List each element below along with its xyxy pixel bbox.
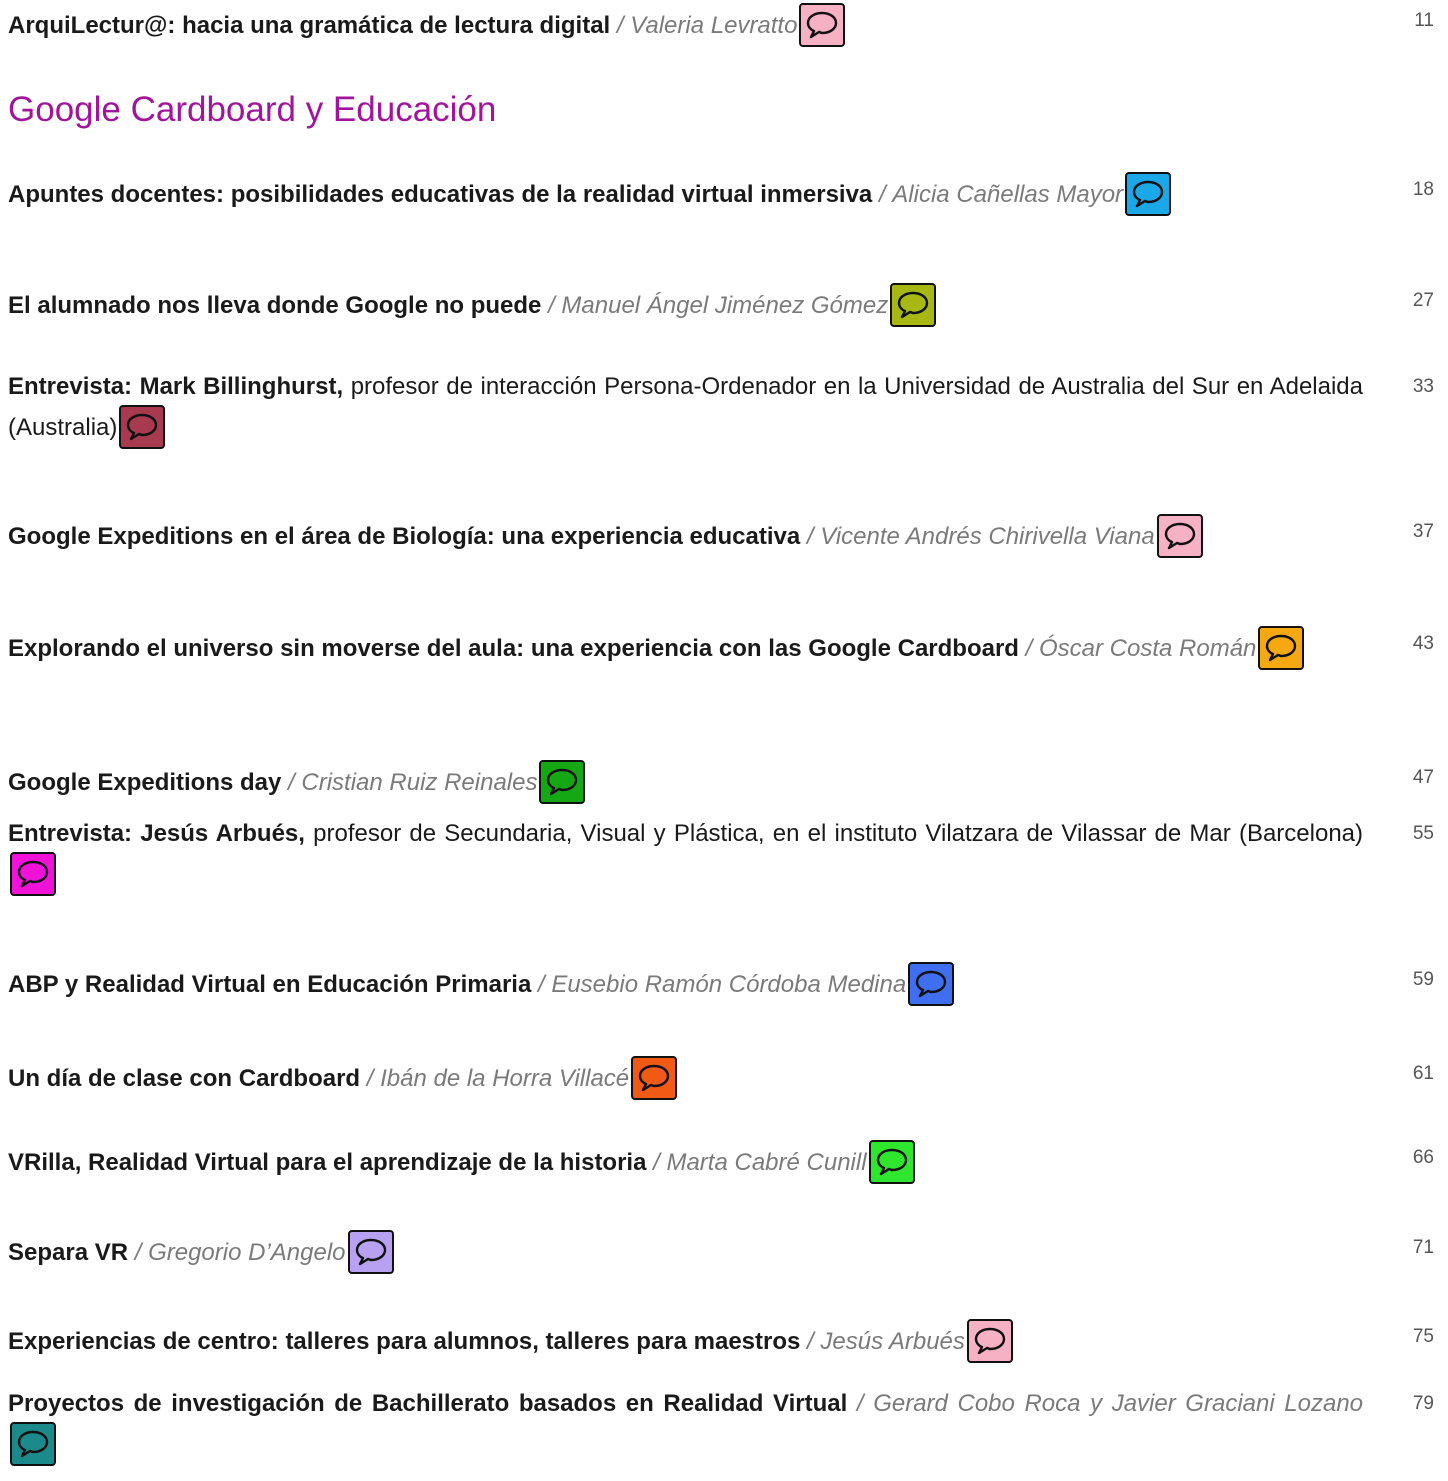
entry-title[interactable]: ArquiLectur@: hacia una gramática de lec… xyxy=(8,12,610,39)
entry-text: Experiencias de centro: talleres para al… xyxy=(8,1319,1363,1363)
toc-entry[interactable]: Google Expeditions day / Cristian Ruiz R… xyxy=(8,760,1363,804)
separator-slash: / xyxy=(806,523,814,550)
page-number: 79 xyxy=(1412,1393,1434,1414)
comment-icon[interactable] xyxy=(119,405,166,449)
entry-author: Eusebio Ramón Córdoba Medina xyxy=(551,971,907,998)
toc-entry[interactable]: ArquiLectur@: hacia una gramática de lec… xyxy=(8,3,1363,47)
entry-title[interactable]: Entrevista: Mark Billinghurst, xyxy=(8,373,343,400)
entry-title[interactable]: Entrevista: Jesús Arbués, xyxy=(8,820,305,847)
entry-title[interactable]: VRilla, Realidad Virtual para el aprendi… xyxy=(8,1149,646,1176)
comment-icon[interactable] xyxy=(890,283,937,327)
separator-slash: / xyxy=(653,1149,660,1176)
toc-entry[interactable]: ABP y Realidad Virtual en Educación Prim… xyxy=(8,962,1363,1006)
entry-title[interactable]: Experiencias de centro: talleres para al… xyxy=(8,1328,800,1355)
entry-title[interactable]: Google Expeditions en el área de Biologí… xyxy=(8,523,800,550)
entry-title[interactable]: El alumnado nos lleva donde Google no pu… xyxy=(8,292,541,319)
page-number: 47 xyxy=(1412,767,1434,788)
entry-text: Apuntes docentes: posibilidades educativ… xyxy=(8,172,1363,216)
entry-title[interactable]: Separa VR xyxy=(8,1239,128,1266)
entry-text: El alumnado nos lleva donde Google no pu… xyxy=(8,283,1363,327)
page-number: 66 xyxy=(1412,1147,1434,1168)
entry-text: Proyectos de investigación de Bachillera… xyxy=(8,1386,1363,1466)
entry-author: Gregorio D’Angelo xyxy=(148,1239,346,1266)
comment-icon[interactable] xyxy=(347,1230,394,1274)
toc-entry[interactable]: VRilla, Realidad Virtual para el aprendi… xyxy=(8,1140,1363,1184)
comment-icon[interactable] xyxy=(1258,626,1305,670)
entry-author: Jesús Arbués xyxy=(820,1328,965,1355)
toc-entry[interactable]: Proyectos de investigación de Bachillera… xyxy=(8,1386,1363,1466)
comment-icon[interactable] xyxy=(10,852,56,896)
page-number: 11 xyxy=(1414,10,1434,31)
comment-icon[interactable] xyxy=(868,1140,915,1184)
toc-entry[interactable]: Apuntes docentes: posibilidades educativ… xyxy=(8,172,1363,216)
entry-title[interactable]: ABP y Realidad Virtual en Educación Prim… xyxy=(8,971,531,998)
page-number: 43 xyxy=(1412,633,1434,654)
separator-slash: / xyxy=(366,1065,374,1092)
toc-entry[interactable]: Un día de clase con Cardboard / Ibán de … xyxy=(8,1056,1363,1100)
entry-author: Vicente Andrés Chirivella Viana xyxy=(820,523,1155,550)
page-number: 55 xyxy=(1412,823,1434,844)
page-number: 61 xyxy=(1412,1063,1434,1084)
entry-title[interactable]: Apuntes docentes: posibilidades educativ… xyxy=(8,181,872,208)
entry-author: Manuel Ángel Jiménez Gómez xyxy=(561,292,889,319)
separator-slash: / xyxy=(616,12,624,39)
separator-slash: / xyxy=(288,769,295,796)
entry-text: Google Expeditions day / Cristian Ruiz R… xyxy=(8,760,1363,804)
comment-icon[interactable] xyxy=(631,1056,678,1100)
entry-author: Ibán de la Horra Villacé xyxy=(380,1065,630,1092)
comment-icon[interactable] xyxy=(908,962,955,1006)
entry-text: Entrevista: Jesús Arbués, profesor de Se… xyxy=(8,816,1363,896)
entry-text: ArquiLectur@: hacia una gramática de lec… xyxy=(8,3,1363,47)
toc-entry[interactable]: Google Expeditions en el área de Biologí… xyxy=(8,514,1363,558)
entry-description: profesor de Secundaria, Visual y Plástic… xyxy=(313,820,1364,847)
comment-icon[interactable] xyxy=(1125,172,1172,216)
entry-author: Óscar Costa Román xyxy=(1038,635,1257,662)
entry-title[interactable]: Explorando el universo sin moverse del a… xyxy=(8,635,1019,662)
comment-icon[interactable] xyxy=(799,3,846,47)
entry-author: Valeria Levratto xyxy=(630,12,798,39)
separator-slash: / xyxy=(548,292,555,319)
entry-text: Explorando el universo sin moverse del a… xyxy=(8,626,1363,670)
entry-text: VRilla, Realidad Virtual para el aprendi… xyxy=(8,1140,1363,1184)
entry-author: Marta Cabré Cunill xyxy=(666,1149,867,1176)
entry-text: Separa VR / Gregorio D’Angelo xyxy=(8,1230,1363,1274)
table-of-contents: Google Cardboard y Educación ArquiLectur… xyxy=(0,0,1448,1481)
toc-entry[interactable]: Explorando el universo sin moverse del a… xyxy=(8,626,1363,670)
entry-author: Alicia Cañellas Mayor xyxy=(892,181,1124,208)
separator-slash: / xyxy=(1025,635,1033,662)
entry-text: ABP y Realidad Virtual en Educación Prim… xyxy=(8,962,1363,1006)
entry-title[interactable]: Google Expeditions day xyxy=(8,769,281,796)
page-number: 27 xyxy=(1412,290,1434,311)
page-number: 37 xyxy=(1412,521,1434,542)
toc-entry[interactable]: Separa VR / Gregorio D’Angelo xyxy=(8,1230,1363,1274)
page-number: 71 xyxy=(1412,1237,1434,1258)
entry-title[interactable]: Un día de clase con Cardboard xyxy=(8,1065,360,1092)
separator-slash: / xyxy=(134,1239,142,1266)
separator-slash: / xyxy=(537,971,545,998)
entry-author: Gerard Cobo Roca y Javier Graciani Lozan… xyxy=(873,1390,1364,1417)
toc-entry[interactable]: El alumnado nos lleva donde Google no pu… xyxy=(8,283,1363,327)
page-number: 33 xyxy=(1412,376,1434,397)
page-number: 18 xyxy=(1412,179,1434,200)
entry-text: Un día de clase con Cardboard / Ibán de … xyxy=(8,1056,1363,1100)
separator-slash: / xyxy=(856,1390,864,1417)
page-number: 59 xyxy=(1412,969,1434,990)
toc-entry[interactable]: Entrevista: Mark Billinghurst, profesor … xyxy=(8,369,1363,449)
toc-entry[interactable]: Entrevista: Jesús Arbués, profesor de Se… xyxy=(8,816,1363,896)
entry-author: Cristian Ruiz Reinales xyxy=(301,769,538,796)
toc-entry[interactable]: Experiencias de centro: talleres para al… xyxy=(8,1319,1363,1363)
comment-icon[interactable] xyxy=(539,760,586,804)
page-number: 75 xyxy=(1412,1326,1434,1347)
comment-icon[interactable] xyxy=(1156,514,1203,558)
comment-icon[interactable] xyxy=(966,1319,1013,1363)
separator-slash: / xyxy=(807,1328,814,1355)
entry-text: Google Expeditions en el área de Biologí… xyxy=(8,514,1363,558)
entry-text: Entrevista: Mark Billinghurst, profesor … xyxy=(8,369,1363,449)
comment-icon[interactable] xyxy=(10,1422,56,1466)
section-title: Google Cardboard y Educación xyxy=(8,90,497,129)
entry-title[interactable]: Proyectos de investigación de Bachillera… xyxy=(8,1390,847,1417)
separator-slash: / xyxy=(878,181,886,208)
